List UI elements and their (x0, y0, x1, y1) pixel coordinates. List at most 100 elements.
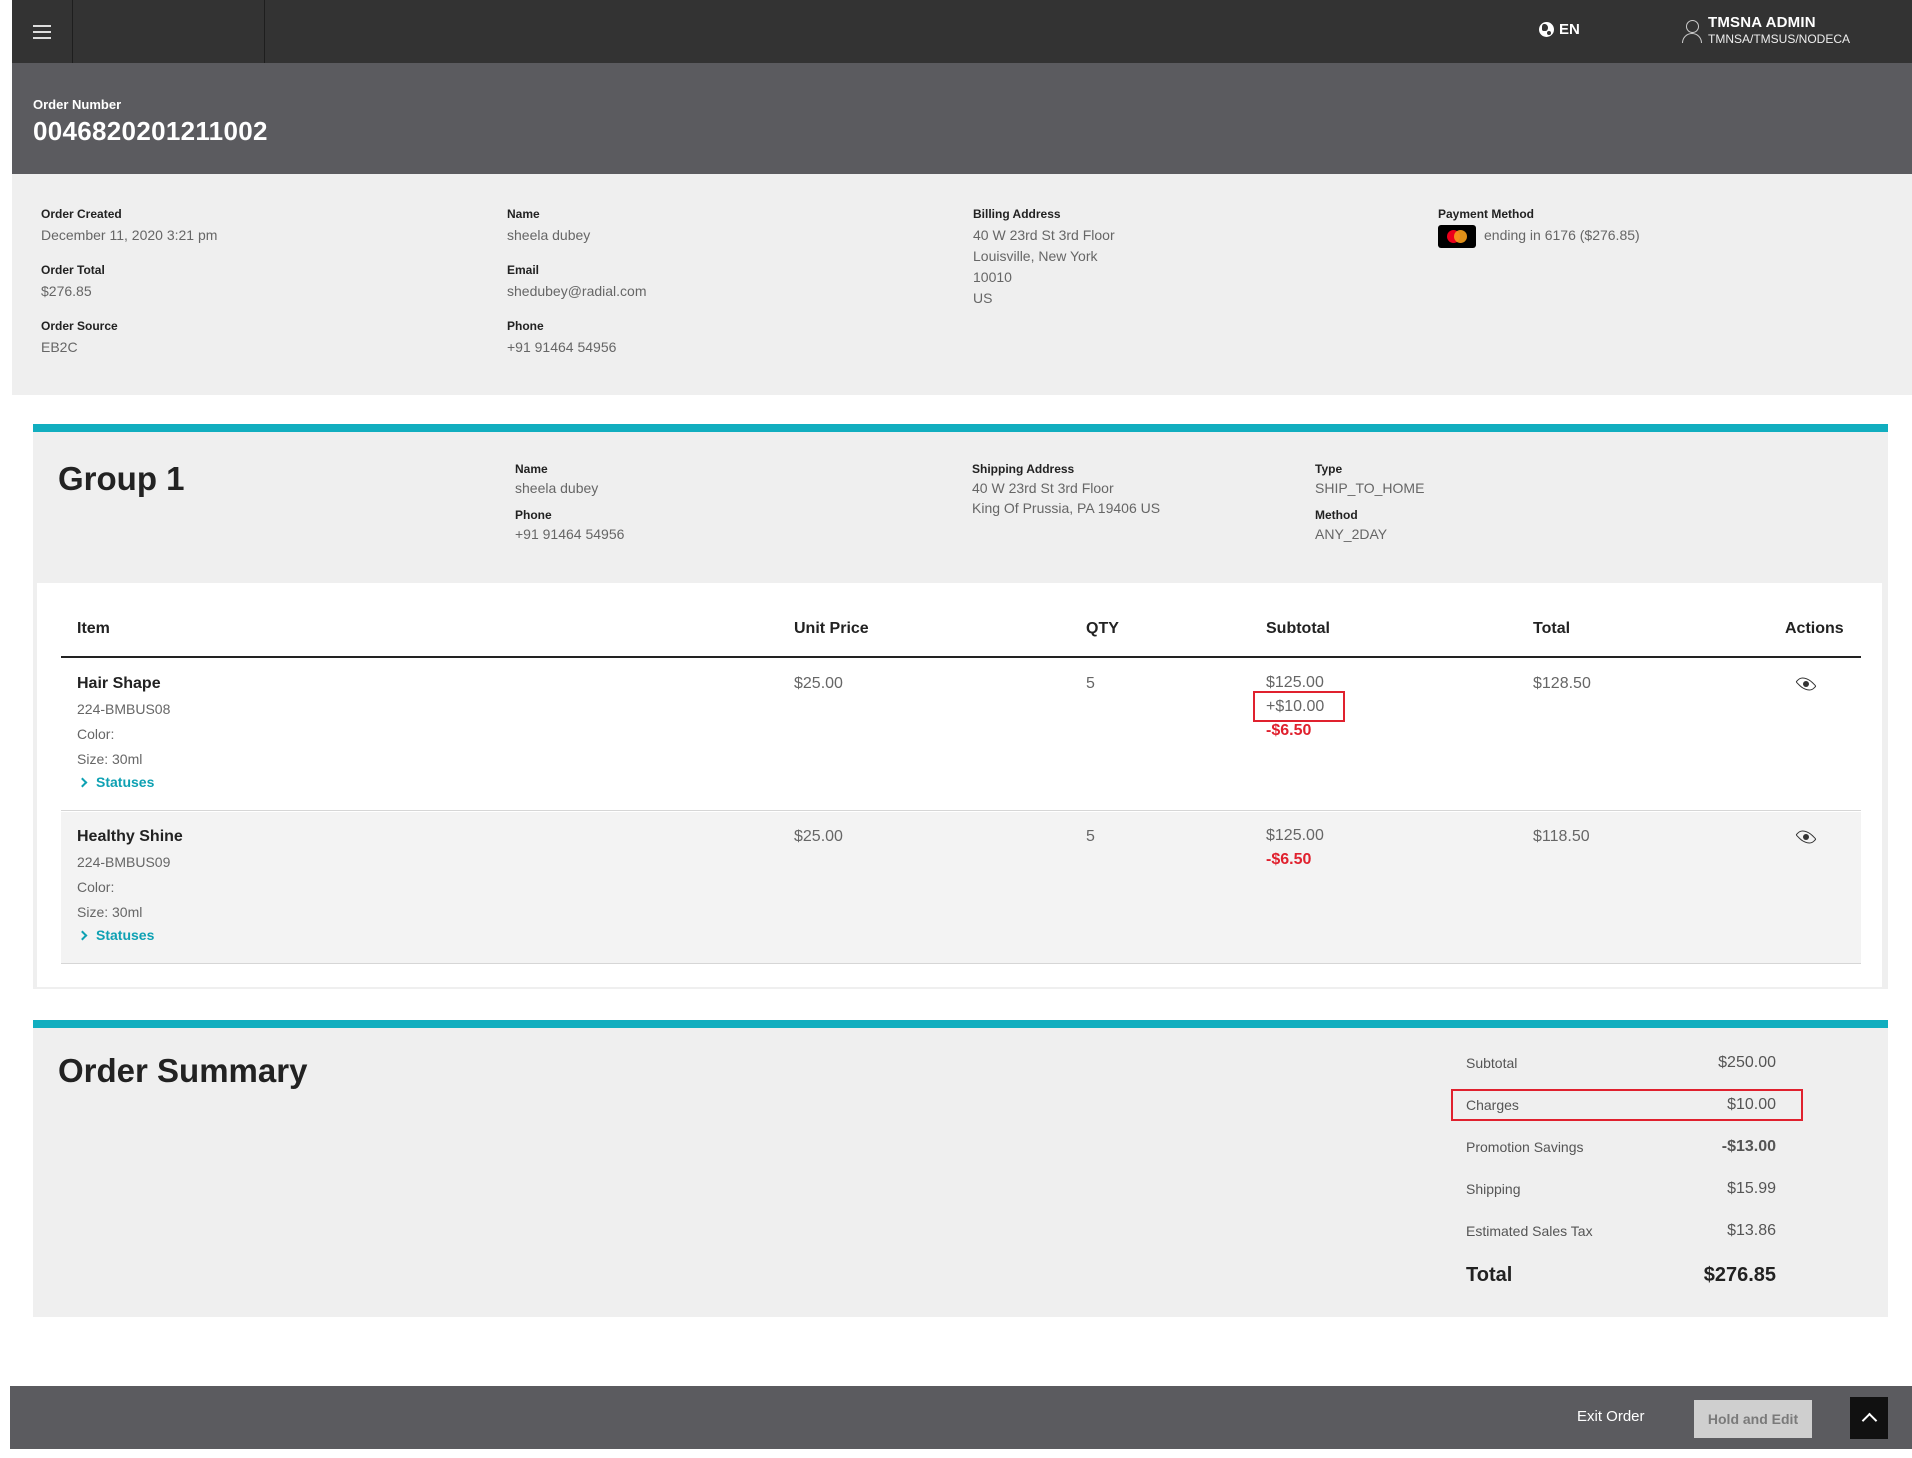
summary-subtotal-label: Subtotal (1466, 1055, 1518, 1071)
summary-tax-value: $13.86 (1727, 1222, 1776, 1239)
statuses-toggle[interactable]: Statuses (77, 774, 170, 790)
item-subtotal-cell: $125.00 -$6.50 (1266, 824, 1324, 872)
shipping-method-value: ANY_2DAY (1315, 526, 1388, 542)
summary-shipping-value: $15.99 (1727, 1180, 1776, 1197)
table-row: Healthy Shine 224-BMBUS09 Color: Size: 3… (61, 812, 1861, 964)
summary-shipping-row: Shipping $15.99 (1466, 1173, 1776, 1205)
order-summary-title: Order Summary (58, 1052, 308, 1089)
table-header: Item Unit Price QTY Subtotal Total Actio… (61, 583, 1861, 658)
column-header-qty: QTY (1086, 620, 1119, 637)
recipient-name-label: Name (515, 462, 548, 476)
item-color: Color: (77, 879, 115, 895)
customer-email-label: Email (507, 263, 540, 277)
shipment-group: Group 1 Name sheela dubey Phone +91 91464 … (33, 424, 1888, 989)
column-header-unit-price: Unit Price (794, 620, 869, 637)
billing-column: Billing Address 40 W 23rd St 3rd Floor L… (973, 207, 1115, 326)
order-summary-panel: Order Summary Subtotal $250.00 Charges $… (33, 1020, 1888, 1317)
globe-icon (1539, 22, 1554, 37)
billing-line-2: Louisville, New York (973, 248, 1098, 264)
summary-total-value: $276.85 (1703, 1264, 1776, 1286)
shipping-line-1: 40 W 23rd St 3rd Floor (972, 480, 1114, 496)
item-discount: -$6.50 (1266, 851, 1312, 868)
shipping-type-value: SHIP_TO_HOME (1315, 480, 1425, 496)
language-label: EN (1559, 21, 1580, 38)
summary-charges-value: $10.00 (1727, 1096, 1776, 1113)
statuses-label: Statuses (96, 774, 155, 790)
payment-method-label: Payment Method (1438, 207, 1535, 221)
table-row: Hair Shape 224-BMBUS08 Color: Size: 30ml… (61, 659, 1861, 811)
user-icon (1682, 20, 1702, 44)
footer-action-bar: Exit Order Hold and Edit (10, 1386, 1912, 1449)
chevron-right-icon (77, 930, 88, 940)
order-created-label: Order Created (41, 207, 122, 221)
item-subtotal-cell: $125.00 +$10.00 -$6.50 (1253, 671, 1345, 743)
statuses-toggle[interactable]: Statuses (77, 927, 183, 943)
customer-name-label: Name (507, 207, 540, 221)
customer-phone-label: Phone (507, 319, 544, 333)
user-menu[interactable]: TMSNA ADMIN TMNSA/TMSUS/NODECA (1682, 14, 1850, 46)
scroll-to-top-button[interactable] (1850, 1397, 1888, 1439)
user-name: TMSNA ADMIN (1708, 14, 1816, 31)
item-qty: 5 (1086, 675, 1095, 692)
exit-order-button[interactable]: Exit Order (1577, 1408, 1645, 1425)
order-created-value: December 11, 2020 3:21 pm (41, 227, 218, 243)
chevron-right-icon (77, 777, 88, 787)
item-qty: 5 (1086, 828, 1095, 845)
item-size: Size: 30ml (77, 904, 143, 920)
mastercard-icon (1438, 225, 1476, 248)
item-color: Color: (77, 726, 115, 742)
order-total-value: $276.85 (41, 283, 92, 299)
menu-button[interactable] (12, 0, 73, 63)
language-selector[interactable]: EN (1539, 21, 1580, 38)
billing-line-4: US (973, 290, 993, 306)
item-name: Healthy Shine (77, 828, 183, 845)
shipping-type-label: Type (1315, 462, 1343, 476)
payment-method-value: ending in 6176 ($276.85) (1484, 227, 1640, 244)
group-method-column: Type SHIP_TO_HOME Method ANY_2DAY (1315, 462, 1424, 554)
billing-address-label: Billing Address (973, 207, 1061, 221)
order-total-label: Order Total (41, 263, 105, 277)
charge-highlight-box (1253, 691, 1345, 722)
item-total: $118.50 (1533, 828, 1590, 845)
items-table: Item Unit Price QTY Subtotal Total Actio… (37, 583, 1882, 987)
hold-and-edit-button[interactable]: Hold and Edit (1694, 1400, 1812, 1438)
customer-name-value: sheela dubey (507, 227, 591, 243)
customer-email-value: shedubey@radial.com (507, 283, 647, 299)
column-header-item: Item (77, 620, 110, 637)
summary-total-label: Total (1466, 1264, 1513, 1286)
top-navigation-bar: EN TMSNA ADMIN TMNSA/TMSUS/NODECA (12, 0, 1912, 63)
item-discount: -$6.50 (1266, 722, 1312, 739)
summary-subtotal-value: $250.00 (1718, 1054, 1776, 1071)
summary-total-row: Total $276.85 (1466, 1260, 1776, 1292)
statuses-label: Statuses (96, 927, 155, 943)
recipient-name-value: sheela dubey (515, 480, 599, 496)
item-name: Hair Shape (77, 675, 161, 692)
summary-promotion-value: -$13.00 (1721, 1138, 1776, 1155)
summary-charges-label: Charges (1466, 1097, 1519, 1113)
summary-charges-row: Charges $10.00 (1451, 1089, 1803, 1121)
recipient-phone-value: +91 91464 54956 (515, 526, 625, 542)
billing-line-1: 40 W 23rd St 3rd Floor (973, 227, 1115, 243)
order-info-panel: Order Created December 11, 2020 3:21 pm O… (12, 174, 1912, 395)
shipping-method-label: Method (1315, 508, 1358, 522)
logo-area (73, 0, 265, 63)
column-header-actions: Actions (1785, 620, 1844, 637)
summary-shipping-label: Shipping (1466, 1181, 1521, 1197)
view-item-button[interactable] (1795, 673, 1817, 695)
item-charge: +$10.00 (1253, 691, 1345, 722)
group-title: Group 1 (58, 460, 185, 497)
column-header-total: Total (1533, 620, 1571, 637)
item-sku: 224-BMBUS08 (77, 701, 171, 717)
recipient-phone-label: Phone (515, 508, 552, 522)
order-number-label: Order Number (33, 97, 122, 112)
column-header-subtotal: Subtotal (1266, 620, 1330, 637)
user-org-path: TMNSA/TMSUS/NODECA (1708, 32, 1851, 46)
payment-column: Payment Method ending in 6176 ($276.85) (1438, 207, 1640, 265)
item-subtotal: $125.00 (1266, 827, 1324, 844)
view-item-button[interactable] (1795, 826, 1817, 848)
hamburger-icon (33, 24, 51, 39)
customer-column: Name sheela dubey Email shedubey@radial.co… (507, 207, 647, 375)
order-source-value: EB2C (41, 339, 78, 355)
billing-line-3: 10010 (973, 269, 1012, 285)
group-shipping-column: Shipping Address 40 W 23rd St 3rd Floor … (972, 462, 1160, 528)
